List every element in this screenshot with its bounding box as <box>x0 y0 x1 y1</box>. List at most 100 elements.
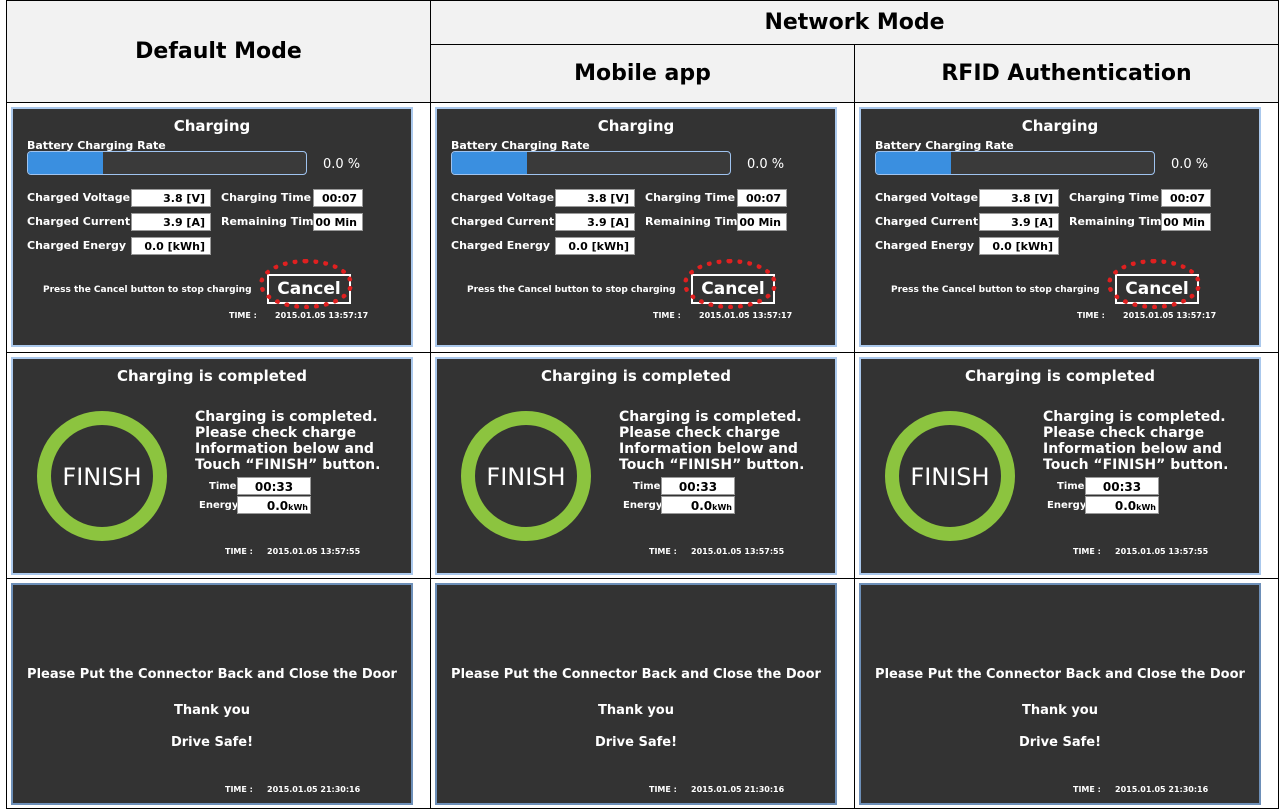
cell-completed: Charging is completed FINISH Charging is… <box>854 352 1279 579</box>
energy-label: Charged Energy <box>451 239 551 252</box>
cell-goodbye: Please Put the Connector Back and Close … <box>854 578 1279 809</box>
cancel-button[interactable]: Cancel <box>691 274 775 304</box>
energy-unit: kWh <box>1136 503 1156 512</box>
screen-title: Charging is completed <box>541 367 731 385</box>
stop-hint: Press the Cancel button to stop charging <box>43 285 252 295</box>
screen-title: Charging <box>173 117 251 135</box>
thank-you-text: Thank you <box>598 703 674 718</box>
cell-charging: Charging Battery Charging Rate 0.0 % Cha… <box>854 102 1279 353</box>
message-line: Please check charge <box>619 425 781 441</box>
goodbye-screen: Please Put the Connector Back and Close … <box>11 583 413 805</box>
remaining-time-label: Remaining Time <box>1069 215 1169 228</box>
header-rfid: RFID Authentication <box>854 44 1279 103</box>
current-value: 3.9 [A] <box>555 213 635 231</box>
charging-progress-bar <box>27 151 307 175</box>
cancel-button[interactable]: Cancel <box>1115 274 1199 304</box>
progress-fill <box>452 152 528 174</box>
message-line: Information below and <box>195 441 374 457</box>
completion-message: Charging is completed. Please check char… <box>619 409 829 473</box>
message-line: Please check charge <box>195 425 357 441</box>
energy-value: 0.0 <box>266 499 289 513</box>
drive-safe-text: Drive Safe! <box>170 735 253 750</box>
completed-screen: Charging is completed FINISH Charging is… <box>11 357 413 575</box>
time-label: Time <box>1057 481 1085 492</box>
stop-hint: Press the Cancel button to stop charging <box>891 285 1100 295</box>
completion-message: Charging is completed. Please check char… <box>195 409 405 473</box>
cell-completed: Charging is completed FINISH Charging is… <box>430 352 855 579</box>
current-label: Charged Current <box>875 215 979 228</box>
reconnect-instruction: Please Put the Connector Back and Close … <box>875 667 1245 682</box>
remaining-time-label: Remaining Time <box>221 215 321 228</box>
time-prefix: TIME : <box>1077 311 1105 320</box>
time-prefix: TIME : <box>653 311 681 320</box>
energy-label: Energy <box>199 500 239 511</box>
message-line: Touch “FINISH” button. <box>195 457 381 473</box>
voltage-value: 3.8 [V] <box>979 189 1059 207</box>
screen-title: Charging is completed <box>965 367 1155 385</box>
remaining-time-value: 00 Min <box>313 213 363 231</box>
voltage-label: Charged Voltage <box>27 191 131 204</box>
charging-percent: 0.0 % <box>323 157 361 172</box>
time-value: 00:33 <box>1085 477 1159 495</box>
energy-unit: kWh <box>288 503 308 512</box>
charging-screen: Charging Battery Charging Rate 0.0 % Cha… <box>435 107 837 347</box>
charging-progress-bar <box>875 151 1155 175</box>
message-line: Touch “FINISH” button. <box>619 457 805 473</box>
screen-title: Charging is completed <box>117 367 307 385</box>
reconnect-instruction: Please Put the Connector Back and Close … <box>27 667 397 682</box>
finish-label[interactable]: FINISH <box>475 463 577 491</box>
time-prefix: TIME : <box>649 547 677 556</box>
timestamp: 2015.01.05 21:30:16 <box>267 785 361 794</box>
energy-unit: kWh <box>712 503 732 512</box>
energy-value: 0.0 [kWh] <box>979 237 1059 255</box>
finish-label[interactable]: FINISH <box>899 463 1001 491</box>
charging-progress-bar <box>451 151 731 175</box>
remaining-time-label: Remaining Time <box>645 215 745 228</box>
completed-screen: Charging is completed FINISH Charging is… <box>859 357 1261 575</box>
time-prefix: TIME : <box>1073 785 1101 794</box>
charging-time-value: 00:07 <box>737 189 787 207</box>
charging-percent: 0.0 % <box>747 157 785 172</box>
message-line: Information below and <box>619 441 798 457</box>
thank-you-text: Thank you <box>174 703 250 718</box>
timestamp: 2015.01.05 13:57:55 <box>691 547 785 556</box>
energy-value-box: 0.0kWh <box>237 496 311 514</box>
timestamp: 2015.01.05 21:30:16 <box>1115 785 1209 794</box>
progress-fill <box>28 152 104 174</box>
goodbye-screen: Please Put the Connector Back and Close … <box>435 583 837 805</box>
energy-value: 0.0 [kWh] <box>555 237 635 255</box>
cell-charging: Charging Battery Charging Rate 0.0 % Cha… <box>6 102 431 353</box>
energy-label: Charged Energy <box>27 239 127 252</box>
drive-safe-text: Drive Safe! <box>1018 735 1101 750</box>
finish-label[interactable]: FINISH <box>51 463 153 491</box>
completed-screen: Charging is completed FINISH Charging is… <box>435 357 837 575</box>
charging-time-value: 00:07 <box>313 189 363 207</box>
message-line: Touch “FINISH” button. <box>1043 457 1229 473</box>
cell-goodbye: Please Put the Connector Back and Close … <box>6 578 431 809</box>
energy-label: Energy <box>623 500 663 511</box>
stop-hint: Press the Cancel button to stop charging <box>467 285 676 295</box>
energy-value: 0.0 <box>1114 499 1137 513</box>
timestamp: 2015.01.05 21:30:16 <box>691 785 785 794</box>
completion-message: Charging is completed. Please check char… <box>1043 409 1253 473</box>
current-value: 3.9 [A] <box>979 213 1059 231</box>
timestamp: 2015.01.05 13:57:17 <box>699 311 793 320</box>
current-value: 3.9 [A] <box>131 213 211 231</box>
remaining-time-value: 00 Min <box>1161 213 1211 231</box>
timestamp: 2015.01.05 13:57:55 <box>267 547 361 556</box>
finish-ring: FINISH <box>37 411 167 541</box>
energy-value-box: 0.0kWh <box>661 496 735 514</box>
time-value: 00:33 <box>661 477 735 495</box>
timestamp: 2015.01.05 13:57:17 <box>275 311 369 320</box>
header-mobile-app: Mobile app <box>430 44 855 103</box>
cell-charging: Charging Battery Charging Rate 0.0 % Cha… <box>430 102 855 353</box>
current-label: Charged Current <box>451 215 555 228</box>
message-line: Charging is completed. <box>195 409 378 425</box>
time-label: Time <box>209 481 237 492</box>
drive-safe-text: Drive Safe! <box>594 735 677 750</box>
current-label: Charged Current <box>27 215 131 228</box>
message-line: Please check charge <box>1043 425 1205 441</box>
voltage-label: Charged Voltage <box>451 191 555 204</box>
cancel-button[interactable]: Cancel <box>267 274 351 304</box>
time-prefix: TIME : <box>1073 547 1101 556</box>
